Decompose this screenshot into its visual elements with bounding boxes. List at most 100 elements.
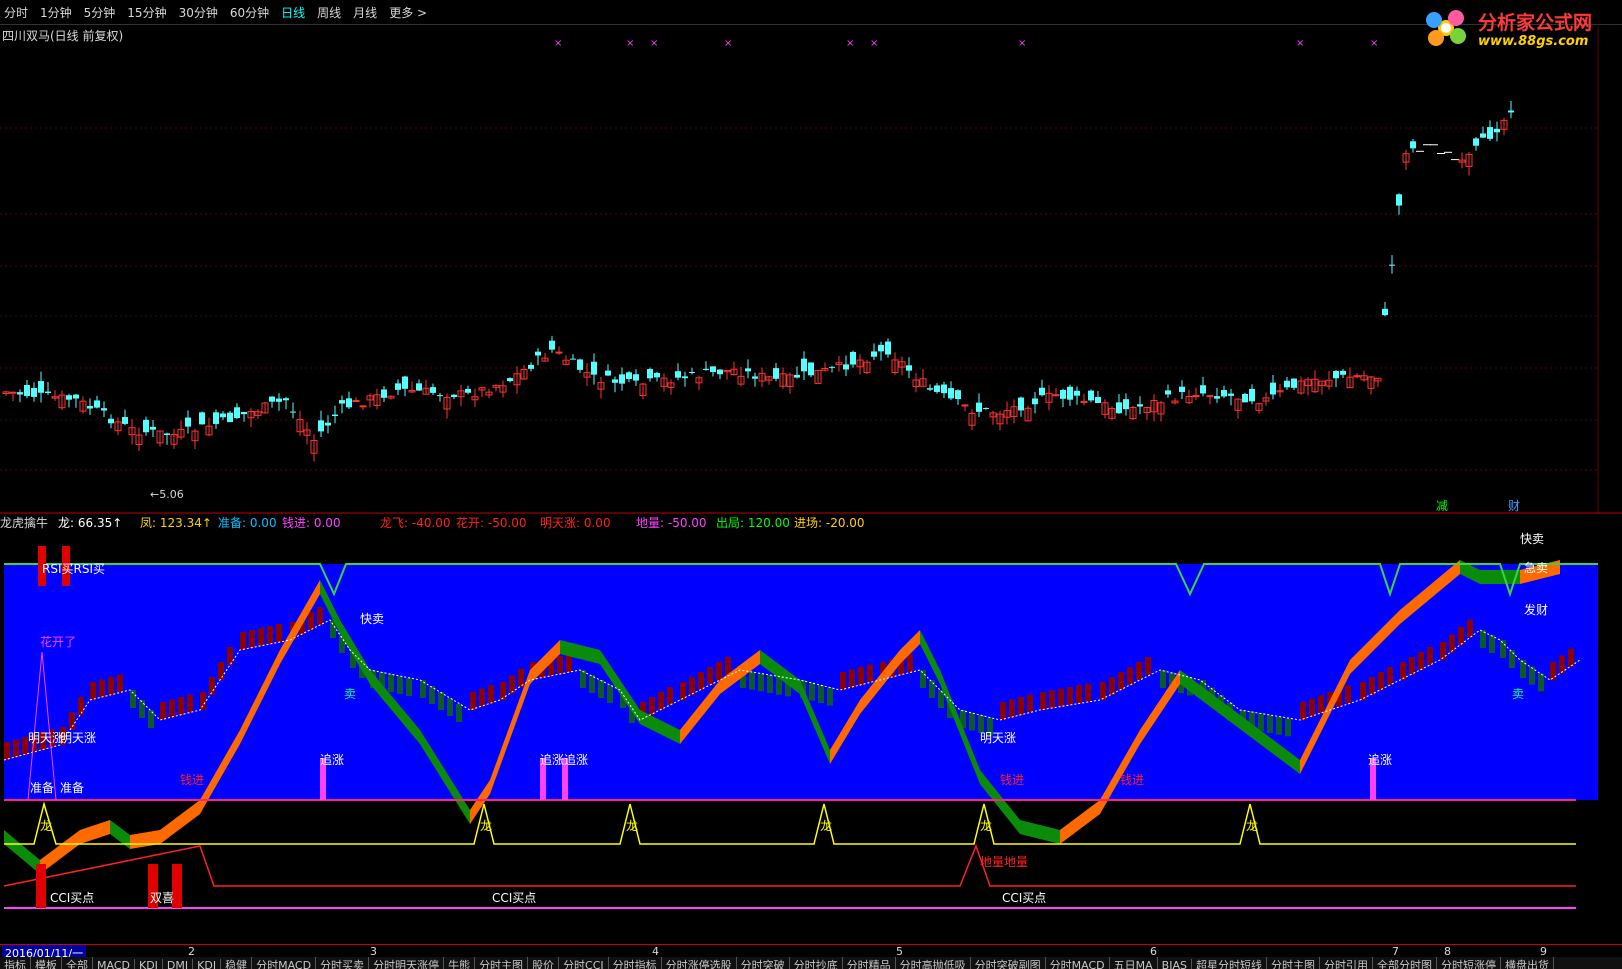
candle-body	[1410, 141, 1416, 149]
indicator-bar	[667, 687, 673, 705]
indicator-tab[interactable]: 超星分时短线	[1192, 957, 1267, 969]
indicator-tab[interactable]: 股价	[528, 957, 560, 969]
indicator-bar	[858, 667, 864, 685]
long-label: 龙	[980, 819, 992, 833]
indicator-tab[interactable]: 分时主图	[1267, 957, 1320, 969]
period-tab[interactable]: 周线	[317, 4, 341, 21]
indicator-tab[interactable]: 分时MACD	[252, 957, 317, 969]
date-axis: 2016/01/11/一 23456789	[0, 944, 1622, 961]
indicator-tab[interactable]: BIAS	[1158, 959, 1192, 969]
candle-body	[612, 379, 618, 383]
indicator-tab[interactable]: 横盘出货	[1501, 957, 1554, 969]
period-tab[interactable]: 更多 >	[389, 4, 427, 21]
indicator-tab[interactable]: KDJ	[193, 959, 222, 969]
indicator-bar	[1049, 690, 1055, 709]
period-tab[interactable]: 5分钟	[84, 4, 116, 21]
candle-body	[1123, 399, 1129, 410]
indicator-bar	[1538, 673, 1544, 692]
period-tab[interactable]: 30分钟	[179, 4, 218, 21]
indicator-tab[interactable]: DMI	[163, 959, 194, 969]
indicator-bar	[1427, 647, 1433, 665]
indicator-tab[interactable]: 分时短涨停	[1437, 957, 1501, 969]
candle-body	[633, 374, 639, 381]
indicator-tab[interactable]: 分时抄底	[790, 957, 843, 969]
period-tab[interactable]: 分时	[4, 4, 28, 21]
indicator-tab[interactable]: 全部	[62, 957, 93, 969]
indicator-tab[interactable]: 分时涨停选股	[662, 957, 737, 969]
indicator-tab[interactable]: 分时CCI	[559, 957, 609, 969]
indicator-bar	[658, 692, 664, 710]
indicator-tab[interactable]: 牛熊	[444, 957, 476, 969]
candle-body	[199, 412, 205, 425]
candle-body	[549, 340, 555, 350]
indicator-bar	[1418, 652, 1424, 670]
indicator-bar	[227, 647, 233, 665]
period-tab[interactable]: 60分钟	[230, 4, 269, 21]
candle-body	[402, 376, 408, 389]
ribbon-segment	[1020, 820, 1060, 844]
candle-body	[1214, 396, 1220, 399]
indicator-bar	[840, 672, 846, 690]
indicator-bar	[200, 692, 206, 710]
indicator-tab[interactable]: 分时主图	[475, 957, 529, 969]
qian-jin-label-3: 钱进	[1120, 772, 1144, 787]
candle-body	[1228, 393, 1234, 396]
period-tab[interactable]: 日线	[281, 4, 305, 21]
indicator-chart[interactable]: RSI买RSI买快卖快卖花开了卖 卖明天涨明天涨 明天涨追涨 追涨追涨 追涨准备 准备钱进…	[0, 530, 1622, 944]
period-tab[interactable]: 1分钟	[40, 4, 72, 21]
candlestick-chart[interactable]: × × × × × × × × × ←5.06 减 财	[0, 24, 1622, 514]
candle-body	[717, 369, 723, 375]
indicator-bar	[557, 656, 563, 674]
candle-body	[451, 394, 457, 398]
indicator-bar	[397, 676, 403, 694]
indicator-bar	[4, 742, 10, 760]
indicator-tab[interactable]: 分时明天涨停	[369, 957, 445, 969]
rsi-buy-label: RSI买RSI买	[42, 562, 105, 576]
indicator-tab[interactable]: 分时高抛低吸	[896, 957, 971, 969]
candle-body	[843, 364, 849, 370]
indicator-tab[interactable]: 全部分时图	[1373, 957, 1437, 969]
ribbon-segment	[160, 800, 200, 844]
candle-body	[675, 371, 681, 378]
indicator-tab[interactable]: 分时引用	[1320, 957, 1373, 969]
candle-body	[1494, 128, 1500, 133]
indicator-tab[interactable]: 分时买卖	[316, 957, 370, 969]
candle-body	[1032, 398, 1038, 405]
indicator-tab[interactable]: 分时突破	[737, 957, 790, 969]
indicator-tab[interactable]: 分时精品	[843, 957, 896, 969]
candle-body	[626, 372, 632, 379]
candle-body	[1487, 127, 1493, 139]
period-tab[interactable]: 月线	[353, 4, 377, 21]
period-tab[interactable]: 15分钟	[127, 4, 166, 21]
tomorrow-up-label-3: 明天涨	[980, 730, 1016, 745]
indicator-tab[interactable]: 模板	[31, 957, 62, 969]
candle-body	[395, 383, 401, 390]
indicator-bar	[209, 677, 215, 695]
indicator-bar	[447, 698, 453, 716]
indicator-tab[interactable]: 分时指标	[609, 957, 662, 969]
indicator-tab[interactable]: 五日MA	[1110, 957, 1158, 969]
indicator-bar	[178, 697, 184, 715]
tomorrow-up-label-2: 明天涨	[60, 730, 96, 745]
quick-sell-label-right: 快卖	[1520, 532, 1544, 546]
candle-body	[619, 374, 625, 384]
ribbon-segment	[130, 830, 160, 849]
indicator-tab[interactable]: MACD	[93, 959, 135, 969]
candle-body	[73, 394, 79, 399]
indicator-tab[interactable]: 指标	[0, 957, 31, 969]
facai-label: 发财	[1524, 602, 1548, 617]
indicator-tab[interactable]: KDJ	[135, 959, 163, 969]
indicator-bar	[218, 662, 224, 680]
indicator-tab[interactable]: 分时MACD	[1046, 957, 1110, 969]
indicator-tab[interactable]: 稳健	[221, 957, 253, 969]
indicator-bar	[598, 680, 604, 698]
candle-body	[101, 408, 107, 411]
cai-marker: 财	[1508, 499, 1520, 513]
candle-body	[934, 385, 940, 392]
candle-body	[871, 351, 877, 357]
indicator-field: 进场: -20.00	[794, 516, 865, 530]
candle-body	[1291, 378, 1297, 388]
indicator-bar	[1027, 694, 1033, 713]
indicator-tab[interactable]: 分时突破副图	[971, 957, 1046, 969]
indicator-bar	[108, 677, 114, 695]
